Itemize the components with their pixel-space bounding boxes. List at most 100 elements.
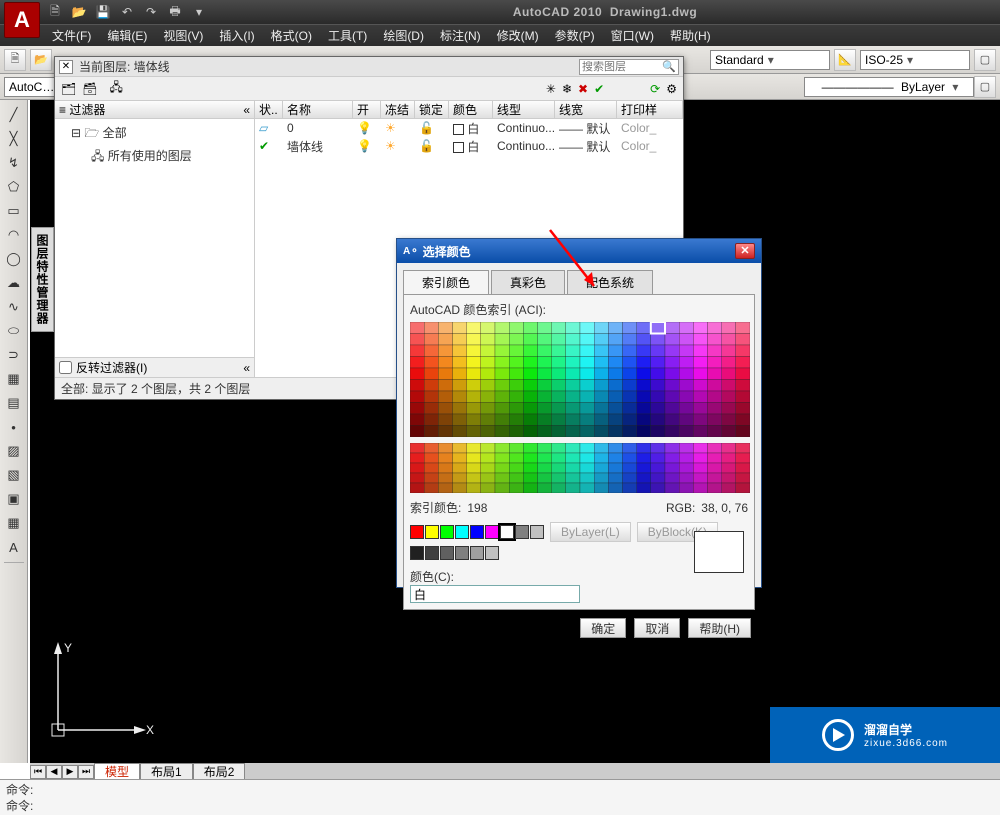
menu-tools[interactable]: 工具(T): [320, 25, 375, 46]
menu-view[interactable]: 视图(V): [155, 25, 211, 46]
polygon-icon[interactable]: ⬠: [3, 176, 25, 198]
tab-layout1[interactable]: 布局1: [140, 763, 193, 779]
spline-icon[interactable]: ∿: [3, 296, 25, 318]
refresh-icon[interactable]: ⟳: [650, 82, 660, 96]
collapse2-icon[interactable]: «: [243, 361, 250, 375]
revcloud-icon[interactable]: ☁: [3, 272, 25, 294]
point-icon[interactable]: •: [3, 416, 25, 438]
pline-icon[interactable]: ↯: [3, 152, 25, 174]
delete-layer-icon[interactable]: ✖: [578, 82, 588, 96]
rect-icon[interactable]: ▭: [3, 200, 25, 222]
collapse-icon[interactable]: «: [243, 103, 250, 117]
bylayer-more-icon[interactable]: ▢: [974, 76, 996, 98]
hatch-icon[interactable]: ▨: [3, 440, 25, 462]
tab-model[interactable]: 模型: [94, 763, 140, 779]
ok-button[interactable]: 确定: [580, 618, 626, 638]
tool-more-icon[interactable]: ▢: [974, 49, 996, 71]
index-label: 索引颜色:: [410, 499, 461, 516]
qat-save-icon[interactable]: 💾: [92, 1, 114, 23]
tab-next-icon[interactable]: ▶: [62, 765, 78, 779]
text-icon[interactable]: A: [3, 536, 25, 558]
menu-format[interactable]: 格式(O): [263, 25, 320, 46]
menu-modify[interactable]: 修改(M): [489, 25, 547, 46]
play-icon: [822, 719, 854, 751]
filter-expand-icon[interactable]: ≡: [59, 103, 66, 117]
tab-index-color[interactable]: 索引颜色: [403, 270, 489, 295]
dialog-close-icon[interactable]: ✕: [735, 243, 755, 259]
layer-panel-close-icon[interactable]: ✕: [59, 60, 73, 74]
settings-icon[interactable]: ⚙: [666, 82, 677, 96]
invert-filter-label: 反转过滤器(I): [76, 359, 147, 376]
line-icon[interactable]: ╱: [3, 104, 25, 126]
ellipse-icon[interactable]: ⬭: [3, 320, 25, 342]
menu-help[interactable]: 帮助(H): [662, 25, 719, 46]
tab-truecolor[interactable]: 真彩色: [491, 270, 565, 295]
menu-edit[interactable]: 编辑(E): [99, 25, 155, 46]
color-dialog: A⚬ 选择颜色 ✕ 索引颜色 真彩色 配色系统 AutoCAD 颜色索引 (AC…: [396, 238, 762, 588]
tab-last-icon[interactable]: ⏭: [78, 765, 94, 779]
menu-dim[interactable]: 标注(N): [432, 25, 489, 46]
bylayer-combo[interactable]: —————— ByLayer ▾: [804, 77, 974, 97]
make-block-icon[interactable]: ▤: [3, 392, 25, 414]
layer-state-icon[interactable]: 🗂: [61, 82, 76, 96]
tab-layout2[interactable]: 布局2: [193, 763, 246, 779]
new-layer-freeze-icon[interactable]: ❄: [562, 82, 572, 96]
invert-filter-checkbox[interactable]: [59, 361, 72, 374]
bylayer-button[interactable]: ByLayer(L): [550, 522, 631, 542]
new-layer-icon[interactable]: ✳: [546, 82, 556, 96]
dialog-title: 选择颜色: [423, 243, 471, 260]
aci-palette[interactable]: [410, 322, 750, 437]
search-icon[interactable]: 🔍: [660, 60, 678, 73]
layer-search[interactable]: 🔍: [579, 59, 679, 75]
qat-undo-icon[interactable]: ↶: [116, 1, 138, 23]
menubar: 文件(F) 编辑(E) 视图(V) 插入(I) 格式(O) 工具(T) 绘图(D…: [0, 24, 1000, 46]
menu-insert[interactable]: 插入(I): [211, 25, 262, 46]
watermark: 溜溜自学 zixue.3d66.com: [770, 707, 1000, 763]
tab-first-icon[interactable]: ⏮: [30, 765, 46, 779]
qat-open-icon[interactable]: 📂: [68, 1, 90, 23]
tab-colorbook[interactable]: 配色系统: [567, 270, 653, 295]
qat-redo-icon[interactable]: ↷: [140, 1, 162, 23]
draw-toolbar: ╱ ╳ ↯ ⬠ ▭ ◠ ◯ ☁ ∿ ⬭ ⊃ ▦ ▤ • ▨ ▧ ▣ ▦ A: [0, 100, 28, 763]
table-row[interactable]: ✔ 墙体线 💡 ☀ 🔓 白 Continuo... —— 默认 Color_: [255, 137, 683, 155]
set-current-icon[interactable]: ✔: [594, 82, 604, 96]
aci-palette-bottom[interactable]: [410, 443, 750, 493]
qat-print-icon[interactable]: 🖶: [164, 1, 186, 23]
ucs-icon: Y X: [46, 632, 156, 745]
circle-icon[interactable]: ◯: [3, 248, 25, 270]
help-button[interactable]: 帮助(H): [688, 618, 751, 638]
app-logo[interactable]: A: [4, 2, 40, 38]
menu-param[interactable]: 参数(P): [547, 25, 603, 46]
tab-prev-icon[interactable]: ◀: [46, 765, 62, 779]
tool-open-icon[interactable]: 📂: [30, 49, 52, 71]
window-title: AutoCAD 2010 Drawing1.dwg: [513, 5, 697, 19]
table-row[interactable]: ▱ 0 💡 ☀ 🔓 白 Continuo... —— 默认 Color_: [255, 119, 683, 137]
layer-state2-icon[interactable]: 🗃: [82, 82, 97, 96]
gradient-icon[interactable]: ▧: [3, 464, 25, 486]
command-line[interactable]: 命令: 命令:: [0, 779, 1000, 815]
menu-window[interactable]: 窗口(W): [603, 25, 662, 46]
menu-file[interactable]: 文件(F): [44, 25, 99, 46]
layer-search-input[interactable]: [580, 61, 660, 73]
filter-tree[interactable]: ⊟ 🗁 全部 🖧 所有使用的图层: [55, 119, 254, 357]
qat-dropdown-icon[interactable]: ▾: [188, 1, 210, 23]
insert-block-icon[interactable]: ▦: [3, 368, 25, 390]
dim-combo[interactable]: ISO-25▾: [860, 50, 970, 70]
tool-new-icon[interactable]: 🗎: [4, 49, 26, 71]
menu-draw[interactable]: 绘图(D): [375, 25, 432, 46]
filter-header: 过滤器: [69, 101, 105, 118]
arc-icon[interactable]: ◠: [3, 224, 25, 246]
dim-icon[interactable]: 📐: [834, 49, 856, 71]
current-layer-label: 当前图层: 墙体线: [79, 58, 170, 75]
color-dialog-titlebar[interactable]: A⚬ 选择颜色 ✕: [397, 239, 761, 263]
table-icon[interactable]: ▦: [3, 512, 25, 534]
qat-new-icon[interactable]: 🗎: [44, 1, 66, 23]
xline-icon[interactable]: ╳: [3, 128, 25, 150]
color-name-input[interactable]: [410, 585, 580, 603]
cancel-button[interactable]: 取消: [634, 618, 680, 638]
region-icon[interactable]: ▣: [3, 488, 25, 510]
ellipse-arc-icon[interactable]: ⊃: [3, 344, 25, 366]
layer-filter-icon[interactable]: 🖧: [109, 78, 122, 99]
style-combo[interactable]: Standard▾: [710, 50, 830, 70]
standard-colors[interactable]: [410, 525, 544, 539]
